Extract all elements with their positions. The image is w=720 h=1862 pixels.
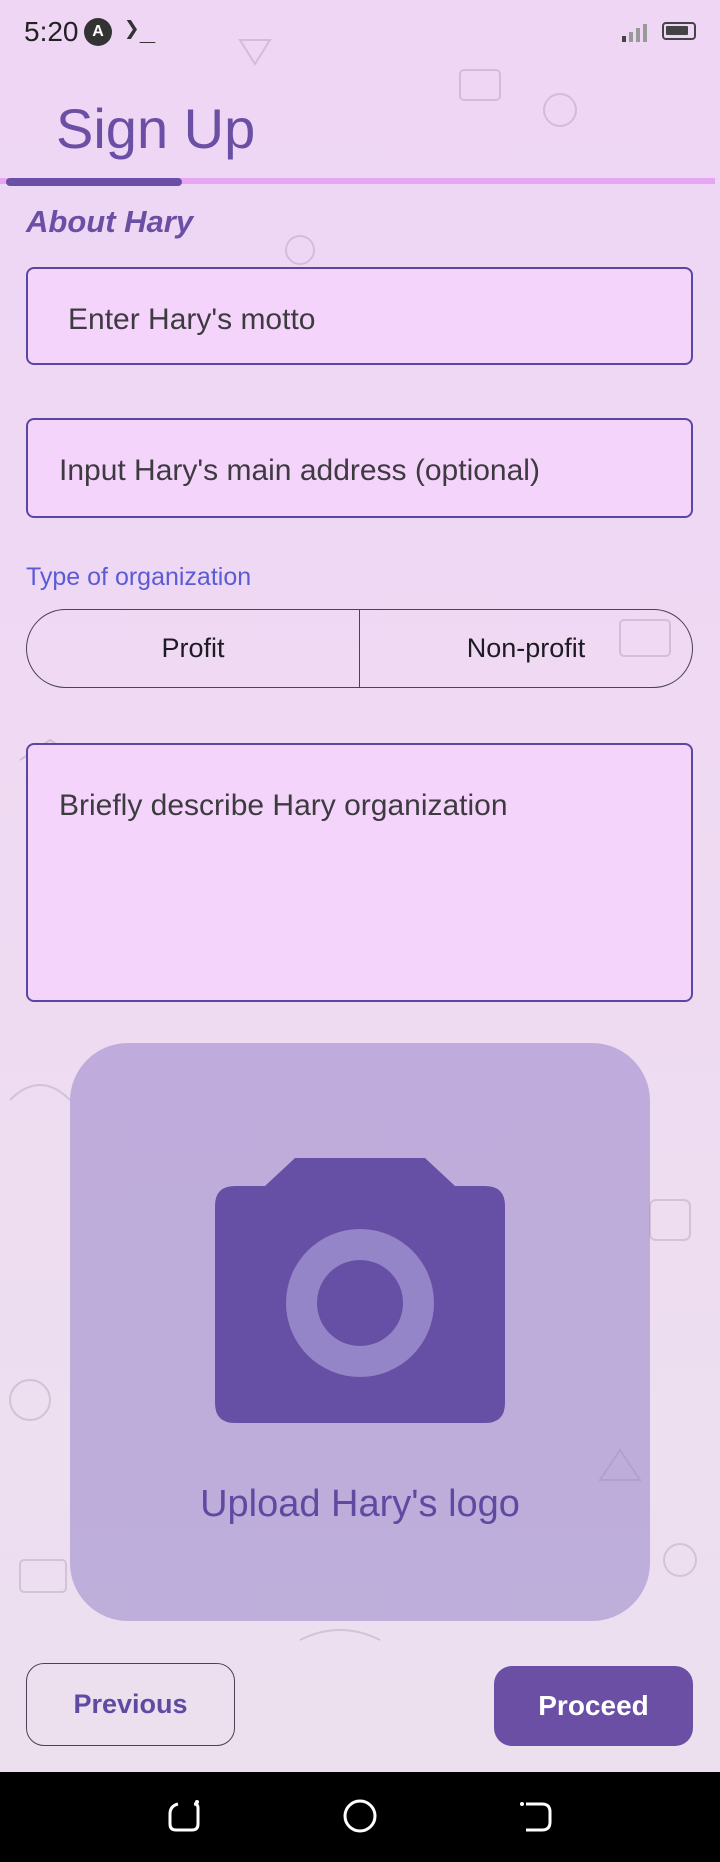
recents-icon[interactable] [164, 1796, 204, 1836]
address-field[interactable]: Input Hary's main address (optional) [26, 418, 693, 518]
description-field[interactable]: Briefly describe Hary organization [26, 743, 693, 1002]
motto-field[interactable]: Enter Hary's motto [26, 267, 693, 365]
status-bar: 5:20 A ❯_ [0, 0, 720, 64]
back-icon[interactable] [516, 1796, 556, 1836]
logo-upload-area[interactable]: Upload Hary's logo [70, 1043, 650, 1621]
camera-icon [215, 1158, 505, 1423]
home-icon[interactable] [340, 1796, 380, 1836]
app-notification-icon: A [84, 18, 112, 46]
progress-indicator [6, 178, 182, 186]
system-nav-bar [0, 1772, 720, 1862]
upload-logo-label: Upload Hary's logo [200, 1483, 520, 1525]
status-time: 5:20 [24, 16, 79, 47]
motto-placeholder: Enter Hary's motto [68, 303, 316, 336]
section-title: About Hary [26, 204, 194, 239]
battery-icon [662, 22, 696, 40]
previous-button[interactable]: Previous [26, 1663, 235, 1746]
org-type-selector: Profit Non-profit [26, 609, 693, 688]
org-type-label: Type of organization [26, 563, 252, 591]
page-title: Sign Up [56, 97, 256, 160]
org-type-profit-option[interactable]: Profit [27, 610, 359, 687]
sign-up-screen: 5:20 A ❯_ Sign Up About Hary Enter Hary'… [0, 0, 720, 1772]
address-placeholder: Input Hary's main address (optional) [59, 454, 540, 487]
proceed-button[interactable]: Proceed [494, 1666, 693, 1746]
org-type-nonprofit-option[interactable]: Non-profit [359, 610, 692, 687]
signal-icon [622, 24, 647, 42]
terminal-icon: ❯_ [124, 14, 156, 44]
description-placeholder: Briefly describe Hary organization [59, 789, 508, 822]
